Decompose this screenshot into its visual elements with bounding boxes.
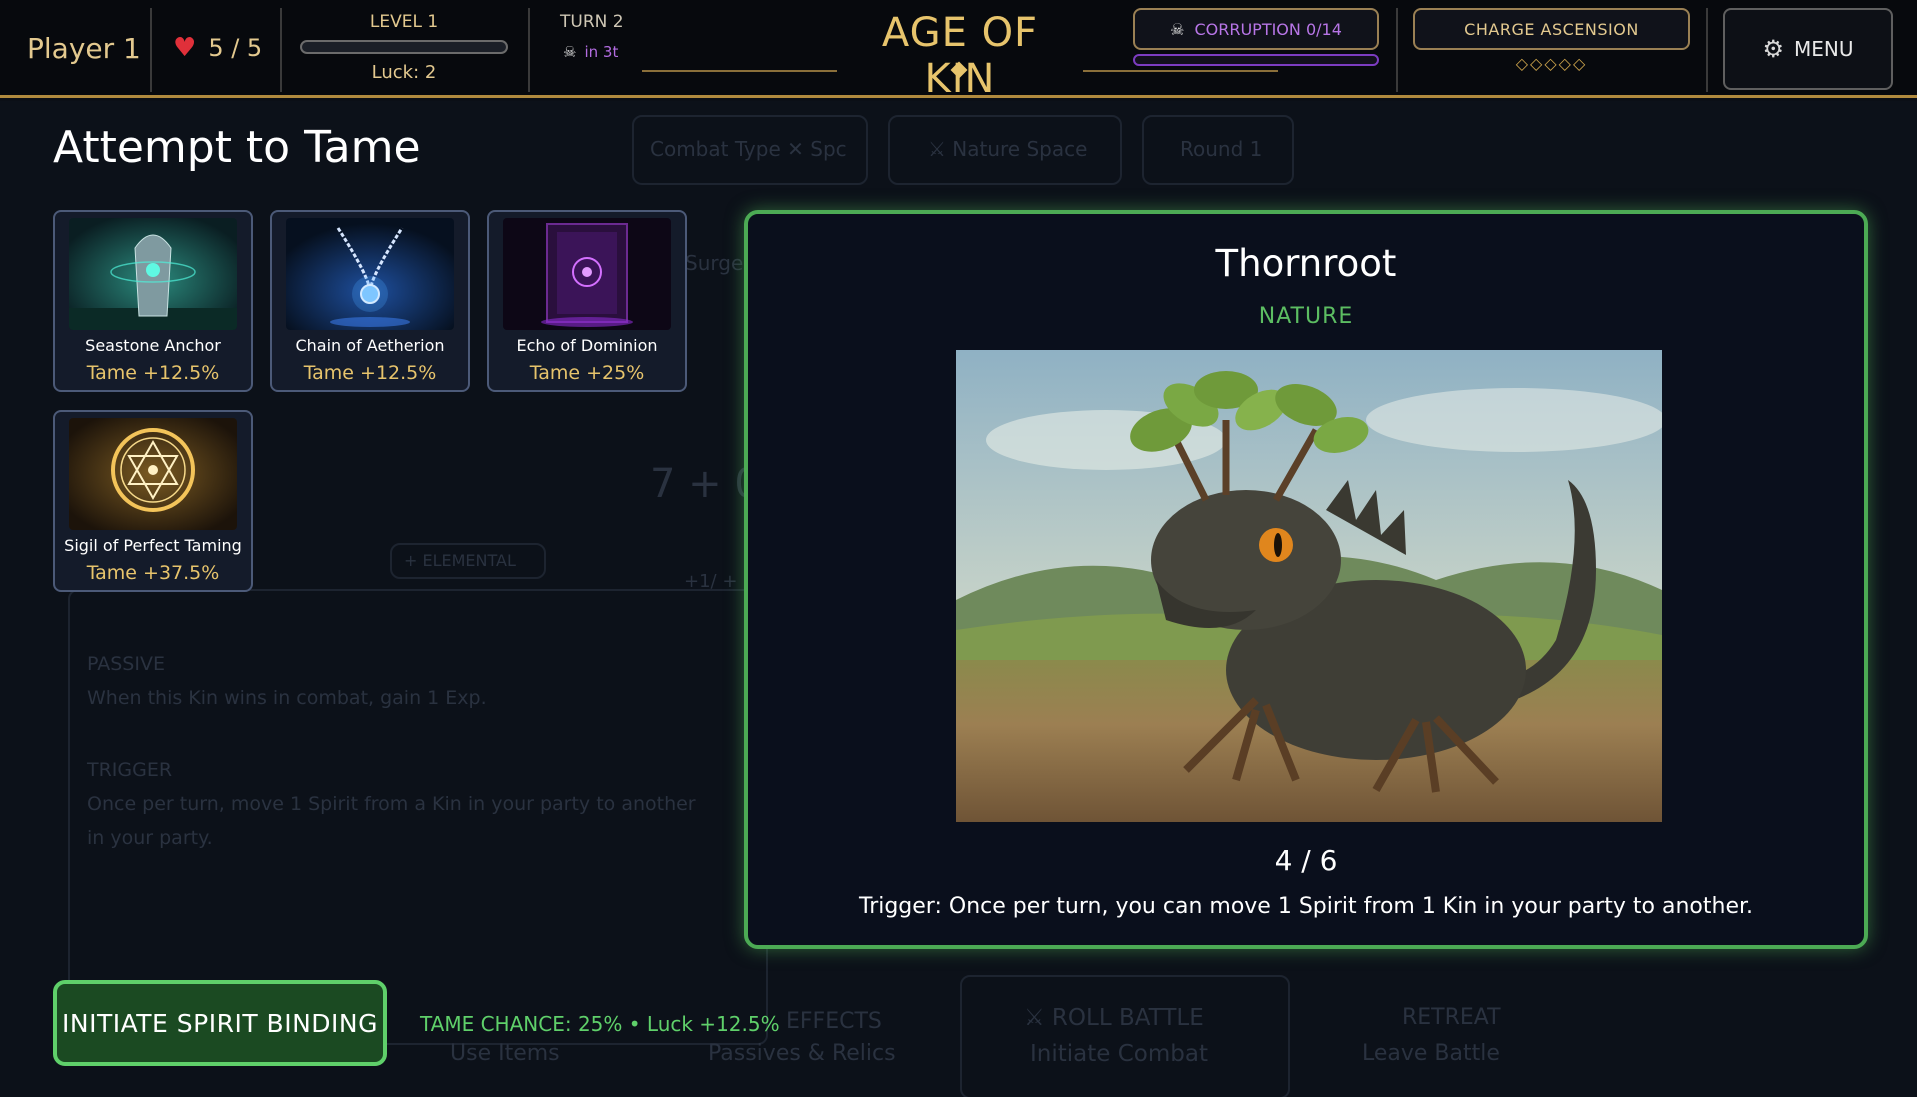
sigil-of-perfect-taming-icon [69, 418, 237, 530]
initiate-spirit-binding-button[interactable]: INITIATE SPIRIT BINDING [53, 980, 387, 1066]
modal-title: Attempt to Tame [53, 122, 421, 173]
seastone-anchor-icon [69, 218, 237, 330]
bg-tab-label: Combat Type ✕ Spc [650, 137, 847, 161]
divider [1396, 8, 1398, 92]
item-tame-bonus: Tame +12.5% [303, 362, 437, 384]
kin-portrait [956, 350, 1662, 822]
heart-icon: ♥ [173, 33, 197, 63]
bg-trigger-text: Once per turn, move 1 Spirit from a Kin … [87, 793, 696, 815]
turn-countdown: ☠ in 3t [563, 43, 618, 61]
bg-tab-label: ⚔ Nature Space [928, 137, 1088, 161]
bg-tab-label: Round 1 [1180, 137, 1263, 161]
item-seastone-anchor[interactable]: Seastone Anchor Tame +12.5% [53, 210, 253, 392]
bg-passive-text: When this Kin wins in combat, gain 1 Exp… [87, 687, 487, 709]
kin-element-type: NATURE [1258, 304, 1354, 329]
bg-passives-relics: Passives & Relics [708, 1041, 896, 1066]
item-name: Chain of Aetherion [295, 336, 445, 355]
bg-surge: Surge [685, 251, 744, 275]
level-label: LEVEL 1 [369, 12, 439, 32]
kin-ability-text: Trigger: Once per turn, you can move 1 S… [858, 894, 1754, 919]
bg-kin-panel [68, 589, 768, 1045]
title-ornament-line [1083, 70, 1278, 72]
item-name: Seastone Anchor [85, 336, 221, 355]
top-bar: Player 1 ♥ 5 / 5 LEVEL 1 Luck: 2 TURN 2 … [0, 0, 1917, 102]
item-name: Echo of Dominion [516, 336, 658, 355]
gear-icon: ⚙ [1762, 35, 1784, 63]
item-name: Sigil of Perfect Taming [64, 536, 242, 555]
corruption-bar [1133, 54, 1379, 66]
menu-label: MENU [1794, 37, 1854, 61]
item-tame-bonus: Tame +12.5% [86, 362, 220, 384]
item-tame-bonus: Tame +37.5% [86, 562, 220, 584]
bg-roll-battle [960, 975, 1290, 1097]
health-value: 5 / 5 [208, 34, 263, 62]
echo-of-dominion-icon [503, 218, 671, 330]
bg-use-items: Use Items [450, 1041, 560, 1066]
chain-of-aetherion-icon [286, 218, 454, 330]
luck-value: Luck: 2 [371, 62, 437, 83]
ascension-pips: ◇◇◇◇◇ [1515, 54, 1588, 73]
divider [1706, 8, 1708, 92]
bg-roll-battle-label: ⚔ ROLL BATTLE [1024, 1005, 1204, 1031]
bg-trigger-label: TRIGGER [87, 759, 173, 781]
bg-initiate-combat: Initiate Combat [1030, 1041, 1208, 1067]
item-tame-bonus: Tame +25% [529, 362, 645, 384]
bg-elemental-label: + ELEMENTAL [404, 551, 516, 570]
kin-name: Thornroot [1215, 242, 1397, 285]
item-echo-of-dominion[interactable]: Echo of Dominion Tame +25% [487, 210, 687, 392]
title-ornament-line [642, 70, 837, 72]
corruption-label: CORRUPTION 0/14 [1194, 19, 1342, 39]
health-display: ♥ 5 / 5 [173, 34, 262, 62]
corruption-counter[interactable]: ☠ CORRUPTION 0/14 [1133, 8, 1379, 50]
kin-stats: 4 / 6 [1274, 844, 1338, 877]
kin-card: Thornroot NATURE 4 / 6 Trigger: Once per… [744, 210, 1868, 949]
player-name: Player 1 [27, 32, 141, 65]
turn-label: TURN 2 [560, 12, 624, 32]
xp-bar [300, 40, 508, 54]
menu-button[interactable]: ⚙ MENU [1723, 8, 1893, 90]
bg-passive-label: PASSIVE [87, 653, 165, 675]
item-chain-of-aetherion[interactable]: Chain of Aetherion Tame +12.5% [270, 210, 470, 392]
tame-chance-text: TAME CHANCE: 25% • Luck +12.5% [420, 1012, 780, 1036]
bg-trigger-text: in your party. [87, 827, 213, 849]
bg-effects-label: EFFECTS [786, 1009, 882, 1034]
charge-ascension-button[interactable]: CHARGE ASCENSION [1413, 8, 1690, 50]
skull-icon: ☠ [563, 43, 577, 61]
divider [528, 8, 530, 92]
divider [150, 8, 152, 92]
turn-countdown-text: in 3t [584, 43, 619, 61]
skull-icon: ☠ [1170, 19, 1185, 39]
bg-retreat: RETREAT [1402, 1005, 1501, 1030]
item-sigil-of-perfect-taming[interactable]: Sigil of Perfect Taming Tame +37.5% [53, 410, 253, 592]
bg-leave-battle: Leave Battle [1362, 1041, 1500, 1066]
game-title: AGE OF KIN [881, 10, 1039, 102]
divider [280, 8, 282, 92]
